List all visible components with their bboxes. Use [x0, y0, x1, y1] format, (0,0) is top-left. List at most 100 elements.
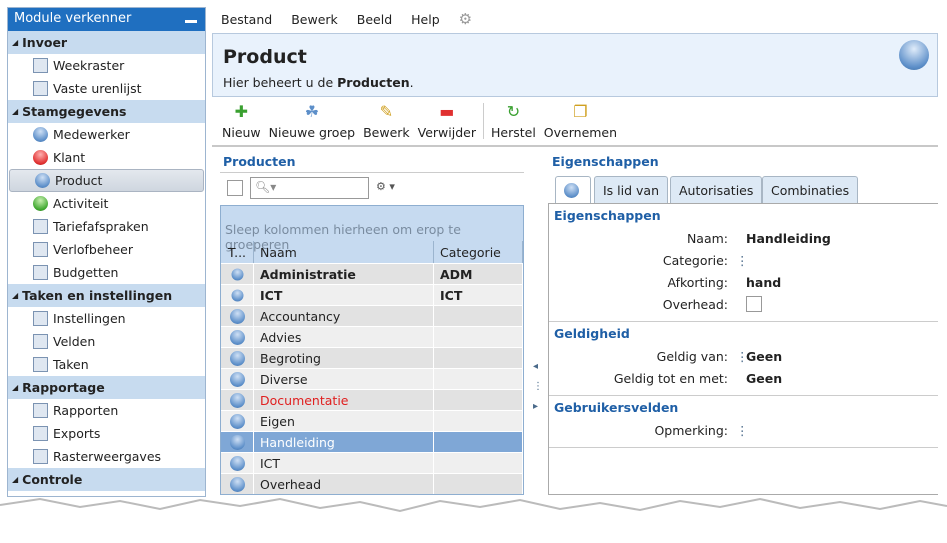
sidebar-item-label: Rasterweergaves: [53, 449, 162, 464]
nieuw-button[interactable]: ✚ Nieuw: [218, 97, 265, 145]
bewerk-button[interactable]: ✎ Bewerk: [359, 97, 414, 145]
table-row[interactable]: Administratie ADM: [221, 264, 523, 285]
product-icon: [229, 434, 245, 450]
product-group-icon: [231, 289, 243, 301]
sidebar-item-budgetten[interactable]: Budgetten: [8, 261, 205, 284]
property-categorie: Categorie: ⋮: [549, 249, 938, 271]
collapse-triangle-icon[interactable]: ◢: [12, 38, 18, 47]
menu-help[interactable]: Help: [411, 12, 440, 27]
sidebar-item-rasterweergaves[interactable]: Rasterweergaves: [8, 445, 205, 468]
section-taken-en-instellingen[interactable]: ◢ Taken en instellingen: [8, 284, 205, 307]
cell-naam: Overhead: [254, 474, 434, 494]
herstel-button[interactable]: ↻ Herstel: [487, 97, 540, 145]
menu-beeld[interactable]: Beeld: [357, 12, 392, 27]
overnemen-button[interactable]: ❐ Overnemen: [540, 97, 621, 145]
sidebar-item-taken[interactable]: Taken: [8, 353, 205, 376]
sidebar-item-klant[interactable]: Klant: [8, 146, 205, 169]
table-row[interactable]: Overhead: [221, 474, 523, 494]
tab-is-lid-van[interactable]: Is lid van: [594, 176, 669, 203]
table-row[interactable]: Diverse: [221, 369, 523, 390]
button-label: Nieuw: [222, 125, 261, 140]
group-by-area[interactable]: Sleep kolommen hierheen om erop te groep…: [221, 206, 523, 252]
sidebar-item-velden[interactable]: Velden: [8, 330, 205, 353]
overhead-checkbox[interactable]: [746, 296, 762, 312]
sidebar-item-label: Klant: [53, 150, 86, 165]
sidebar-item-instellingen[interactable]: Instellingen: [8, 307, 205, 330]
tab-combinaties[interactable]: Combinaties: [762, 176, 859, 203]
section-invoer[interactable]: ◢ Invoer: [8, 31, 205, 54]
product-icon: [229, 329, 245, 345]
section-rapportage[interactable]: ◢ Rapportage: [8, 376, 205, 399]
cell-type: [221, 348, 254, 368]
select-all-checkbox[interactable]: [227, 180, 243, 196]
property-label: Opmerking:: [654, 422, 728, 438]
button-label: Verwijder: [417, 125, 476, 140]
cell-categorie: [434, 474, 523, 494]
collapse-triangle-icon[interactable]: ◢: [12, 107, 18, 116]
sidebar-item-weekraster[interactable]: Weekraster: [8, 54, 205, 77]
sidebar-item-verlofbeheer[interactable]: Verlofbeheer: [8, 238, 205, 261]
sidebar-item-label: Vaste urenlijst: [53, 81, 142, 96]
column-categorie[interactable]: Categorie: [434, 241, 523, 263]
cell-type: [221, 285, 254, 305]
table-row[interactable]: Begroting: [221, 348, 523, 369]
section-eigenschappen: Eigenschappen Naam: Handleiding Categorie: ⋮…: [549, 204, 938, 322]
minimize-button[interactable]: [185, 20, 197, 23]
cell-type: [221, 264, 254, 284]
sidebar-item-vaste urenlijst[interactable]: Vaste urenlijst: [8, 77, 205, 100]
cell-naam: Advies: [254, 327, 434, 347]
tab-autorisaties[interactable]: Autorisaties: [670, 176, 763, 203]
property-label: Categorie:: [662, 252, 728, 268]
sidebar-item-medewerker[interactable]: Medewerker: [8, 123, 205, 146]
property-value[interactable]: Geen: [746, 349, 782, 364]
collapse-triangle-icon[interactable]: ◢: [12, 383, 18, 392]
nieuwe-groep-button[interactable]: ☘ Nieuwe groep: [265, 97, 359, 145]
menu-bestand[interactable]: Bestand: [221, 12, 272, 27]
rate-clock-icon: [33, 219, 48, 234]
table-row[interactable]: Advies: [221, 327, 523, 348]
sidebar-item-rapporten[interactable]: Rapporten: [8, 399, 205, 422]
menu-bewerk[interactable]: Bewerk: [291, 12, 338, 27]
cell-type: [221, 327, 254, 347]
verwijder-button[interactable]: ▬ Verwijder: [414, 97, 480, 145]
section-controle[interactable]: ◢ Controle: [8, 468, 205, 491]
sidebar-item-tariefafspraken[interactable]: Tariefafspraken: [8, 215, 205, 238]
tab-general[interactable]: [555, 176, 591, 204]
splitter[interactable]: ◂ ⋮ ▸: [533, 362, 543, 412]
column-naam[interactable]: Naam: [254, 241, 434, 263]
property-value[interactable]: Handleiding: [746, 231, 831, 246]
sidebar-item-exports[interactable]: Exports: [8, 422, 205, 445]
collapse-triangle-icon[interactable]: ◢: [12, 291, 18, 300]
cell-naam: Eigen: [254, 411, 434, 431]
column-settings-button[interactable]: ⚙ ▾: [376, 180, 395, 193]
table-row[interactable]: Accountancy: [221, 306, 523, 327]
table-row[interactable]: ICT ICT: [221, 285, 523, 306]
property-value[interactable]: Geen: [746, 371, 782, 386]
money-bag-icon: [33, 265, 48, 280]
table-row[interactable]: ICT: [221, 453, 523, 474]
settings-gear-icon[interactable]: ⚙: [459, 10, 472, 28]
sidebar-item-product[interactable]: Product: [9, 169, 204, 192]
table-row[interactable]: Eigen: [221, 411, 523, 432]
collapse-triangle-icon[interactable]: ◢: [12, 475, 18, 484]
property-label: Naam:: [686, 230, 728, 246]
cell-categorie: [434, 411, 523, 431]
property-value[interactable]: hand: [746, 275, 781, 290]
sidebar-item-label: Tariefafspraken: [53, 219, 149, 234]
section-label: Invoer: [22, 35, 68, 50]
section-stamgegevens[interactable]: ◢ Stamgegevens: [8, 100, 205, 123]
column-type[interactable]: T...: [221, 241, 254, 263]
section-title: Gebruikersvelden: [554, 400, 679, 415]
sidebar-item-activiteit[interactable]: Activiteit: [8, 192, 205, 215]
cell-categorie: [434, 369, 523, 389]
table-icon: [33, 81, 48, 96]
section-title: Eigenschappen: [554, 208, 661, 223]
search-input[interactable]: 🔍︎▾: [250, 177, 369, 199]
module-explorer: Module verkenner ◢ Invoer Weekraster Vaste …: [7, 7, 206, 497]
property-label: Afkorting:: [667, 274, 728, 290]
cell-type: [221, 306, 254, 326]
table-row[interactable]: Handleiding: [221, 432, 523, 453]
table-row[interactable]: Documentatie: [221, 390, 523, 411]
properties-title: Eigenschappen: [552, 154, 659, 169]
section-label: Controle: [22, 472, 83, 487]
